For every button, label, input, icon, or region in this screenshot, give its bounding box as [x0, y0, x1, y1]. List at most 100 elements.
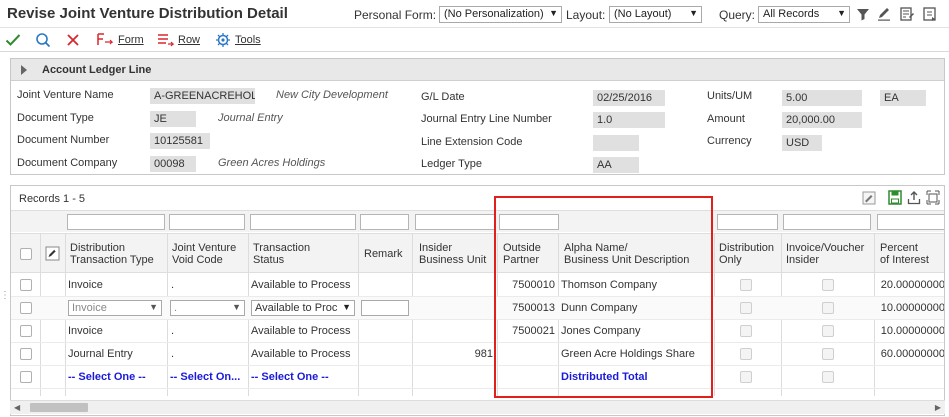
cell-percent: 10.00000000 [880, 325, 945, 337]
filter-invoice-insider[interactable] [783, 214, 871, 230]
dist-only-checkbox[interactable] [740, 325, 752, 337]
invoice-insider-checkbox[interactable] [822, 371, 834, 383]
chevron-down-icon: ▼ [342, 302, 351, 312]
filter-void-code[interactable] [169, 214, 245, 230]
scroll-left-icon[interactable]: ◀ [14, 403, 20, 412]
dist-type-select[interactable]: Invoice ▼ [68, 300, 162, 316]
action-toolbar: Form Row Tools [0, 28, 949, 52]
invoice-insider-checkbox[interactable] [822, 325, 834, 337]
cell-alpha-name: Thomson Company [561, 279, 657, 291]
chevron-down-icon: ▼ [232, 302, 241, 312]
filter-percent[interactable] [877, 214, 944, 230]
um-value: EA [880, 90, 926, 106]
form-menu[interactable]: Form [96, 31, 144, 49]
cell-insider-bu: 981 [474, 348, 493, 360]
filter-dist-only[interactable] [717, 214, 778, 230]
units-value: 5.00 [782, 90, 862, 106]
collapse-triangle-icon[interactable] [21, 65, 27, 75]
table-row[interactable]: Journal Entry . Available to Process 981… [11, 343, 944, 366]
cell-outside-partner: 7500010 [512, 279, 555, 291]
personal-form-select[interactable]: (No Personalization) ▼ [439, 6, 562, 23]
scroll-thumb[interactable] [30, 403, 88, 412]
currency-value: USD [782, 135, 822, 151]
filter-remark[interactable] [360, 214, 409, 230]
remark-input[interactable] [361, 300, 409, 316]
export-icon[interactable] [922, 6, 938, 22]
row-checkbox[interactable] [20, 325, 32, 337]
row-menu[interactable]: Row [156, 31, 200, 49]
row-checkbox[interactable] [20, 348, 32, 360]
edit-form-icon[interactable] [899, 6, 915, 22]
expand-grid-icon[interactable] [926, 190, 940, 205]
gl-date-label: G/L Date [421, 91, 465, 103]
col-trans-status[interactable]: Transaction Status [253, 242, 310, 266]
pencil-icon[interactable] [876, 6, 892, 22]
void-code-select[interactable]: . ▼ [170, 300, 245, 316]
records-count: Records 1 - 5 [19, 193, 86, 205]
cell-trans-status: Available to Process [251, 325, 351, 337]
query-select[interactable]: All Records ▼ [758, 6, 850, 23]
col-alpha-name[interactable]: Alpha Name/Business Unit Description [564, 242, 689, 266]
dist-type-select-one[interactable]: -- Select One -- [68, 371, 146, 383]
filter-insider-bu[interactable] [415, 214, 495, 230]
document-type-label: Document Type [17, 112, 94, 124]
form-icon [97, 33, 114, 45]
invoice-insider-checkbox[interactable] [822, 302, 834, 314]
panel-header[interactable]: Account Ledger Line [11, 59, 944, 81]
table-row[interactable]: -- Select One -- -- Select On... -- Sele… [11, 366, 944, 389]
cell-outside-partner: 7500013 [512, 302, 555, 314]
tools-menu[interactable]: Tools [215, 31, 261, 49]
save-grid-icon[interactable] [888, 190, 902, 205]
horizontal-scrollbar[interactable]: ◀ ▶ [10, 400, 945, 414]
filter-icon[interactable] [855, 6, 871, 22]
ok-check-icon[interactable] [5, 33, 21, 47]
customize-grid-icon[interactable] [862, 191, 876, 205]
invoice-insider-checkbox[interactable] [822, 348, 834, 360]
edit-row-icon[interactable] [45, 246, 60, 261]
trans-status-select[interactable]: Available to Proc ▼ [251, 300, 355, 316]
cancel-x-icon[interactable] [66, 33, 80, 47]
dist-only-checkbox[interactable] [740, 371, 752, 383]
col-remark[interactable]: Remark [364, 248, 403, 260]
search-icon[interactable] [35, 32, 51, 48]
cell-dist-type: Invoice [68, 325, 103, 337]
table-row[interactable]: Invoice ▼ . ▼ Available to Proc ▼ 7500013 D… [11, 297, 944, 320]
void-code-select-one[interactable]: -- Select On... [170, 371, 240, 383]
col-dist-only[interactable]: Distribution Only [719, 242, 774, 266]
filter-trans-status[interactable] [250, 214, 356, 230]
col-invoice-insider[interactable]: Invoice/Voucher Insider [786, 242, 864, 266]
dist-only-checkbox[interactable] [740, 302, 752, 314]
scroll-right-icon[interactable]: ▶ [935, 403, 941, 412]
col-insider-bu[interactable]: Insider Business Unit [419, 242, 486, 266]
distribution-grid: Records 1 - 5 Distribution Transaction Ty… [10, 185, 945, 416]
dist-only-checkbox[interactable] [740, 279, 752, 291]
cell-trans-status: Available to Process [251, 279, 351, 291]
col-void-code[interactable]: Joint Venture Void Code [172, 242, 236, 266]
cell-trans-status: Available to Process [251, 348, 351, 360]
je-line-label: Journal Entry Line Number [421, 113, 552, 125]
row-checkbox[interactable] [20, 279, 32, 291]
col-percent-interest[interactable]: Percent of Interest [880, 242, 929, 266]
gear-icon [216, 33, 230, 47]
row-checkbox[interactable] [20, 302, 32, 314]
col-dist-type[interactable]: Distribution Transaction Type [70, 242, 154, 266]
filter-dist-type[interactable] [67, 214, 165, 230]
row-checkbox[interactable] [20, 371, 32, 383]
joint-venture-name-label: Joint Venture Name [17, 89, 114, 101]
filter-outside-partner[interactable] [499, 214, 559, 230]
table-row[interactable]: Invoice . Available to Process 7500010 T… [11, 274, 945, 297]
select-all-checkbox[interactable] [20, 248, 32, 260]
document-company-value: 00098 [150, 156, 196, 172]
line-ext-label: Line Extension Code [421, 136, 523, 148]
personal-form-label: Personal Form: [354, 8, 437, 22]
trans-status-select-one[interactable]: -- Select One -- [251, 371, 329, 383]
cell-alpha-name: Dunn Company [561, 302, 638, 314]
layout-select[interactable]: (No Layout) ▼ [609, 6, 702, 23]
chevron-down-icon: ▼ [837, 8, 846, 18]
table-row[interactable]: Invoice . Available to Process 7500021 J… [11, 320, 945, 343]
dist-only-checkbox[interactable] [740, 348, 752, 360]
col-outside-partner[interactable]: Outside Partner [503, 242, 541, 266]
cell-percent: 20.00000000 [880, 279, 945, 291]
upload-icon[interactable] [907, 190, 921, 205]
invoice-insider-checkbox[interactable] [822, 279, 834, 291]
